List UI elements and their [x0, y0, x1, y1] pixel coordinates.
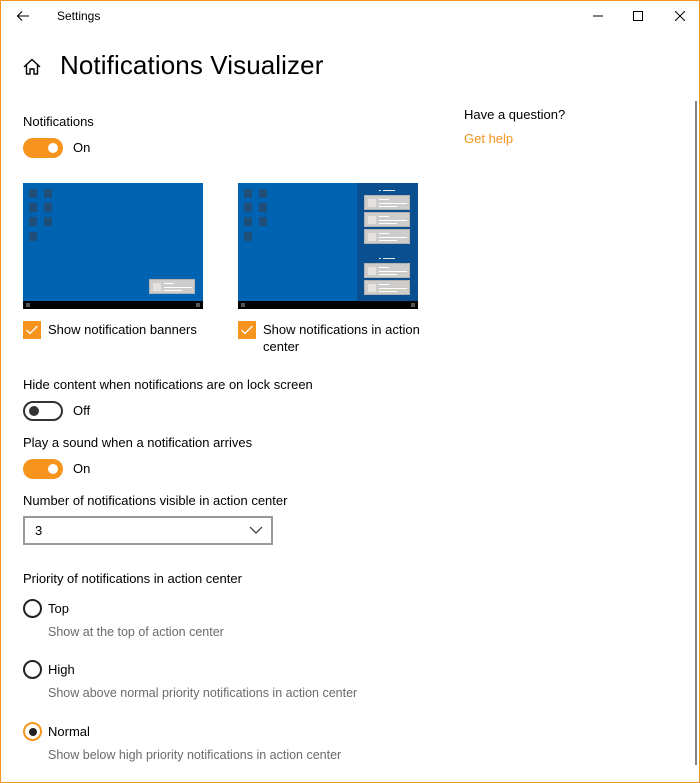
show-in-action-center-label: Show notifications in action center — [263, 322, 420, 354]
visible-count-label: Number of notifications visible in actio… — [23, 493, 288, 508]
priority-normal-radio[interactable] — [23, 722, 42, 741]
lock-screen-label: Hide content when notifications are on l… — [23, 377, 313, 392]
desktop-icon — [29, 203, 37, 212]
checkmark-icon — [241, 325, 253, 335]
toggle-knob — [29, 406, 39, 416]
taskbar — [238, 301, 418, 309]
notification-banner — [149, 279, 195, 294]
app-group-header — [383, 258, 395, 259]
notification-card — [364, 263, 410, 278]
notifications-state: On — [73, 140, 91, 155]
title-bar: Settings — [1, 1, 699, 31]
minimize-icon — [593, 15, 603, 17]
notifications-toggle[interactable] — [23, 138, 63, 158]
dropdown-value: 3 — [35, 523, 43, 538]
action-center-panel — [357, 183, 418, 301]
banner-preview-image — [23, 183, 203, 309]
action-center-preview-image — [238, 183, 418, 309]
home-button[interactable] — [22, 57, 42, 77]
close-icon — [675, 11, 685, 21]
desktop-icon — [29, 189, 37, 198]
back-button[interactable] — [9, 3, 37, 29]
get-help-link[interactable]: Get help — [464, 131, 513, 146]
show-banners-checkbox[interactable] — [23, 321, 41, 339]
sound-state: On — [73, 461, 91, 476]
priority-top-description: Show at the top of action center — [48, 625, 224, 639]
visible-count-dropdown[interactable]: 3 — [23, 516, 273, 545]
desktop-icon — [44, 189, 52, 198]
desktop-icon — [244, 232, 252, 241]
show-in-action-center-checkbox[interactable] — [238, 321, 256, 339]
settings-window: Settings Notifications Visualizer Notifi… — [0, 0, 700, 783]
action-center-icon — [411, 303, 415, 307]
desktop-icon — [44, 217, 52, 226]
show-banners-label: Show notification banners — [48, 322, 197, 337]
desktop-icon — [29, 217, 37, 226]
maximize-button[interactable] — [615, 1, 661, 31]
maximize-icon — [633, 11, 643, 21]
taskbar — [23, 301, 203, 309]
lock-screen-state: Off — [73, 403, 91, 418]
notifications-label: Notifications — [23, 114, 94, 129]
desktop-icon — [244, 189, 252, 198]
radio-dot — [28, 727, 37, 736]
priority-high-description: Show above normal priority notifications… — [48, 686, 358, 700]
priority-normal-label: Normal — [48, 724, 90, 739]
chevron-down-icon — [249, 526, 263, 534]
back-arrow-icon — [16, 11, 29, 21]
vertical-scrollbar[interactable] — [695, 101, 697, 765]
notification-card — [364, 229, 410, 244]
help-title: Have a question? — [464, 107, 566, 122]
checkmark-icon — [26, 325, 38, 335]
app-group-header — [383, 190, 395, 191]
priority-label: Priority of notifications in action cent… — [23, 571, 242, 586]
notification-card — [364, 195, 410, 210]
priority-high-radio[interactable] — [23, 660, 42, 679]
desktop-icon — [44, 203, 52, 212]
notification-card — [364, 212, 410, 227]
priority-top-radio[interactable] — [23, 599, 42, 618]
desktop-icon — [244, 217, 252, 226]
desktop-icon — [244, 203, 252, 212]
priority-top-label: Top — [48, 601, 69, 616]
desktop-icon — [29, 232, 37, 241]
desktop-icon — [259, 203, 267, 212]
start-icon — [26, 303, 30, 307]
notification-card — [364, 280, 410, 295]
desktop-icon — [259, 217, 267, 226]
start-icon — [241, 303, 245, 307]
priority-normal-description: Show below high priority notifications i… — [48, 748, 342, 762]
page-title: Notifications Visualizer — [60, 50, 324, 80]
app-title: Settings — [57, 9, 101, 23]
priority-high-label: High — [48, 662, 75, 677]
home-icon — [23, 58, 41, 75]
sound-label: Play a sound when a notification arrives — [23, 435, 253, 450]
lock-screen-toggle[interactable] — [23, 401, 63, 421]
action-center-icon — [196, 303, 200, 307]
sound-toggle[interactable] — [23, 459, 63, 479]
desktop-icon — [259, 189, 267, 198]
toggle-knob — [48, 143, 58, 153]
close-button[interactable] — [657, 1, 700, 31]
toggle-knob — [48, 464, 58, 474]
